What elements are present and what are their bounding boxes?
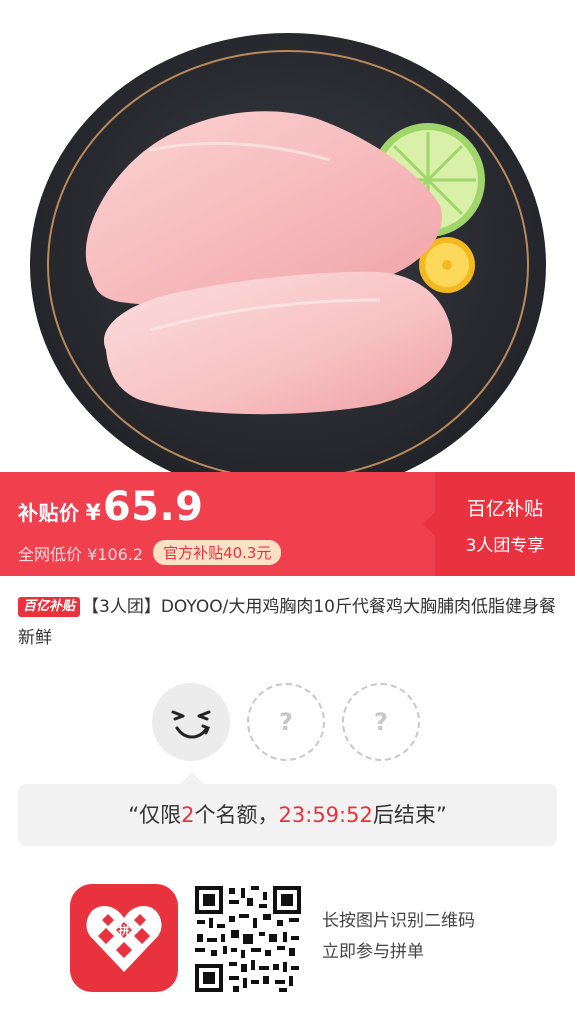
product-title: 【3人团】DOYOO/大用鸡胸肉10斤代餐鸡大胸脯肉低脂健身餐新鲜 — [18, 597, 556, 648]
price-value: 65.9 — [102, 484, 204, 530]
price-bar: 补贴价 ¥ 65.9 全网低价 ¥106.2 官方补贴40.3元 百亿补贴 3人… — [0, 472, 575, 576]
open-quote: “ — [128, 803, 140, 827]
bubble-pointer — [180, 772, 204, 784]
product-image — [0, 0, 575, 472]
scan-line-2: 立即参与拼单 — [322, 942, 424, 962]
smiley-face-icon — [171, 710, 211, 739]
slots-count: 2 — [181, 803, 195, 827]
countdown-time: 23:59:52 — [278, 803, 373, 827]
scan-line-1: 长按图片识别二维码 — [322, 911, 475, 931]
member-avatar-empty: ? — [342, 683, 420, 761]
product-title-block: 百亿补贴 【3人团】DOYOO/大用鸡胸肉10斤代餐鸡大胸脯肉低脂健身餐新鲜 — [18, 592, 558, 654]
price-currency: ¥ — [85, 501, 101, 526]
limit-suffix: 后结束 — [372, 803, 436, 827]
limit-countdown: “仅限2个名额，23:59:52后结束” — [18, 784, 557, 846]
limit-prefix: 仅限 — [139, 803, 182, 827]
qr-code-icon — [193, 884, 303, 994]
pinduoduo-logo-icon: 拼 — [70, 884, 178, 992]
price-label: 补贴价 — [18, 501, 80, 525]
member-avatar-joined — [152, 683, 230, 761]
member-avatar-empty: ? — [247, 683, 325, 761]
price-sub-row: 全网低价 ¥106.2 官方补贴40.3元 — [18, 540, 282, 565]
chicken-plate-illustration — [0, 0, 575, 472]
scan-instructions: 长按图片识别二维码 立即参与拼单 — [322, 906, 475, 968]
subsidy-group-badge: 百亿补贴 3人团专享 — [423, 472, 575, 576]
badge-subtitle: 3人团专享 — [465, 536, 545, 556]
subsidy-price: 补贴价 ¥ 65.9 — [18, 484, 204, 530]
baiyi-subsidy-tag: 百亿补贴 — [18, 597, 81, 617]
original-price: 全网低价 ¥106.2 — [18, 544, 144, 564]
subsidy-amount-badge: 官方补贴40.3元 — [153, 540, 282, 565]
close-quote: ” — [435, 803, 447, 827]
badge-title: 百亿补贴 — [466, 498, 543, 520]
group-members: ? ? — [152, 683, 437, 761]
limit-middle: 个名额， — [194, 803, 279, 827]
svg-text:拼: 拼 — [119, 923, 130, 937]
